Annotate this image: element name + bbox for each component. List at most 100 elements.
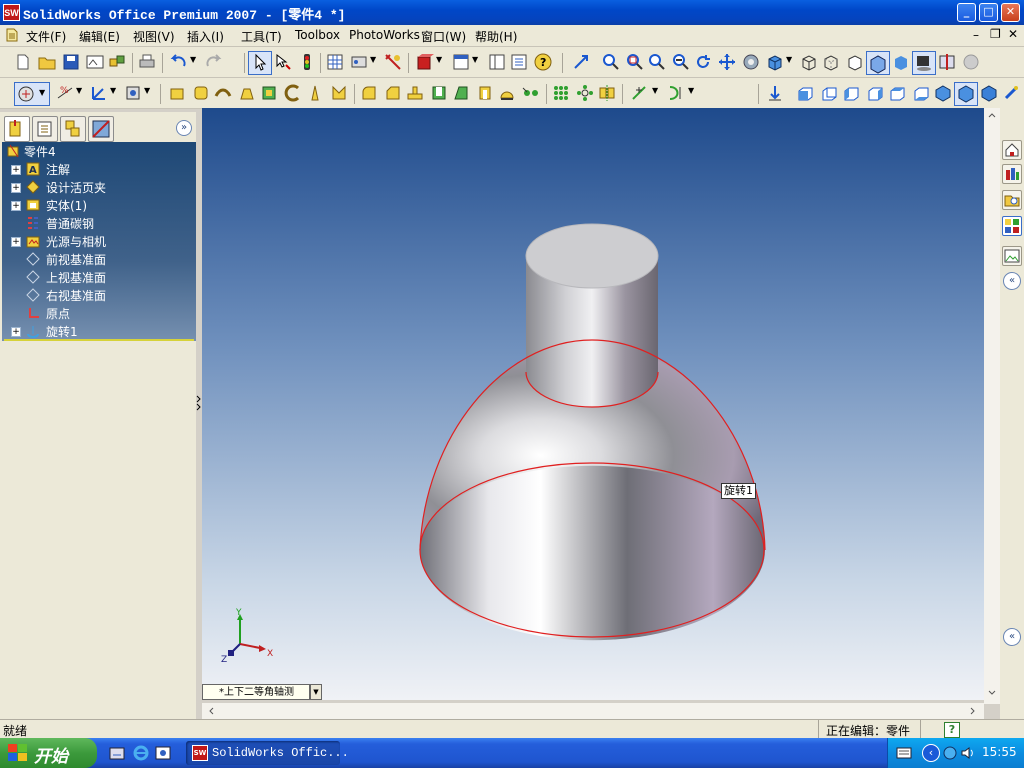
properties-icon[interactable] [510, 53, 528, 71]
menu-toolbox[interactable]: Toolbox [295, 28, 340, 42]
internet-explorer-icon[interactable] [132, 744, 150, 762]
rotate-view-icon[interactable] [694, 53, 712, 71]
show-desktop-icon[interactable] [108, 744, 126, 762]
options-dropdown-icon[interactable]: ▼ [370, 55, 376, 64]
viewports-dropdown-icon[interactable]: ▼ [472, 55, 478, 64]
hole-wizard-icon[interactable] [476, 84, 494, 102]
tab-property-manager[interactable] [32, 116, 58, 142]
close-button[interactable]: ✕ [1001, 3, 1020, 22]
tree-root[interactable]: 零件4 [2, 142, 196, 160]
new-document-icon[interactable] [14, 53, 32, 71]
normal-to-icon[interactable] [766, 84, 784, 102]
options-icon[interactable] [350, 53, 368, 71]
undo-dropdown-icon[interactable]: ▼ [190, 55, 196, 64]
hidden-lines-removed-icon[interactable] [846, 53, 864, 71]
tree-item-annotations[interactable]: + A 注解 [2, 160, 196, 178]
measure-tool-icon[interactable] [384, 53, 402, 71]
neck-top-face[interactable] [525, 223, 659, 289]
keyboard-icon[interactable] [896, 746, 912, 760]
view-orientation-icon[interactable] [1002, 84, 1020, 102]
scroll-up-icon[interactable] [987, 110, 997, 120]
taskbar-task-solidworks[interactable]: SW SolidWorks Offic... [186, 741, 349, 765]
tree-item-top-plane[interactable]: 上视基准面 [2, 268, 196, 286]
expand-toggle[interactable]: + [11, 327, 21, 337]
view-orientation-select[interactable]: *上下二等角轴测 [202, 684, 310, 700]
draft-icon[interactable] [452, 84, 470, 102]
tab-feature-manager[interactable] [4, 116, 30, 142]
tree-item-design-binder[interactable]: + 设计活页夹 [2, 178, 196, 196]
rollback-bar[interactable] [4, 339, 194, 341]
expand-toggle[interactable]: + [11, 201, 21, 211]
tree-item-front-plane[interactable]: 前视基准面 [2, 250, 196, 268]
start-button[interactable]: 开始 [0, 738, 97, 768]
expand-toggle[interactable]: + [11, 165, 21, 175]
expand-toggle[interactable]: + [11, 183, 21, 193]
open-folder-icon[interactable] [38, 53, 56, 71]
rib-icon[interactable] [406, 84, 424, 102]
select-filter-icon[interactable] [274, 53, 292, 71]
minimize-button[interactable]: _ [957, 3, 976, 22]
graphics-area[interactable]: 旋转1 Y X Z [202, 108, 984, 700]
section-view-icon[interactable] [938, 53, 956, 71]
menu-tools[interactable]: 工具(T) [241, 28, 282, 45]
undo-icon[interactable] [170, 53, 188, 71]
previous-view-icon[interactable] [572, 53, 590, 71]
curves-dropdown-icon[interactable]: ▼ [688, 86, 694, 95]
shaded-icon[interactable] [892, 53, 910, 71]
menu-photoworks[interactable]: PhotoWorks [349, 28, 420, 42]
extruded-cut-icon[interactable] [260, 84, 278, 102]
back-view-icon[interactable] [820, 84, 838, 102]
lofted-cut-icon[interactable] [330, 84, 348, 102]
tree-item-solid-bodies[interactable]: + 实体(1) [2, 196, 196, 214]
fillet-icon[interactable] [360, 84, 378, 102]
grid-options-icon[interactable] [326, 53, 344, 71]
reference-point-dropdown-icon[interactable]: ▼ [652, 86, 658, 95]
relations-icon[interactable] [90, 84, 108, 102]
right-view-icon[interactable] [866, 84, 884, 102]
tray-expand-button[interactable]: ‹ [922, 744, 940, 762]
extruded-boss-icon[interactable] [168, 84, 186, 102]
tree-item-origin[interactable]: 原点 [2, 304, 196, 322]
doc-close-button[interactable]: ✕ [1008, 27, 1018, 41]
swept-cut-icon[interactable] [306, 84, 324, 102]
reference-point-icon[interactable] [630, 84, 648, 102]
isometric-view-icon[interactable] [934, 84, 952, 102]
pan-icon[interactable] [718, 53, 736, 71]
scroll-down-icon[interactable] [987, 688, 997, 698]
menu-insert[interactable]: 插入(I) [187, 28, 224, 45]
linear-pattern-icon[interactable] [522, 84, 540, 102]
tab-display-manager[interactable] [88, 116, 114, 142]
collapse-task-pane-button[interactable]: « [1003, 272, 1021, 290]
rebuild-icon[interactable] [298, 53, 316, 71]
lofted-boss-icon[interactable] [238, 84, 256, 102]
vertical-scrollbar[interactable] [984, 108, 1000, 704]
solidworks-logo-icon[interactable]: SW [3, 4, 20, 21]
expand-task-pane-button[interactable]: « [1003, 628, 1021, 646]
doc-restore-button[interactable]: ❐ [990, 27, 1001, 41]
reference-geometry-icon[interactable] [124, 84, 142, 102]
tree-item-material[interactable]: 普通碳钢 [2, 214, 196, 232]
tree-item-lights-cameras[interactable]: + 光源与相机 [2, 232, 196, 250]
sketch-button[interactable]: ▼ [14, 82, 50, 106]
menu-help[interactable]: 帮助(H) [475, 28, 517, 45]
revolved-cut-icon[interactable] [284, 84, 302, 102]
make-drawing-icon[interactable] [86, 53, 104, 71]
mirror-icon[interactable] [598, 84, 616, 102]
shell-icon[interactable] [430, 84, 448, 102]
tree-item-revolve1[interactable]: + 旋转1 [2, 322, 196, 340]
expand-pane-button[interactable]: » [176, 120, 192, 136]
realview-icon[interactable] [962, 53, 980, 71]
print-icon[interactable] [138, 53, 156, 71]
dome-icon[interactable] [498, 84, 516, 102]
reference-geometry-dropdown-icon[interactable]: ▼ [144, 86, 150, 95]
horizontal-scrollbar[interactable] [202, 703, 984, 719]
bottom-view-icon[interactable] [912, 84, 930, 102]
revolved-boss-icon[interactable] [192, 84, 210, 102]
help-icon[interactable]: ? [534, 53, 552, 71]
save-icon[interactable] [62, 53, 80, 71]
zoom-to-area-icon[interactable] [626, 53, 644, 71]
media-player-icon[interactable] [154, 744, 172, 762]
select-tool-button[interactable] [248, 51, 272, 75]
curves-icon[interactable] [666, 84, 684, 102]
wireframe-icon[interactable] [800, 53, 818, 71]
